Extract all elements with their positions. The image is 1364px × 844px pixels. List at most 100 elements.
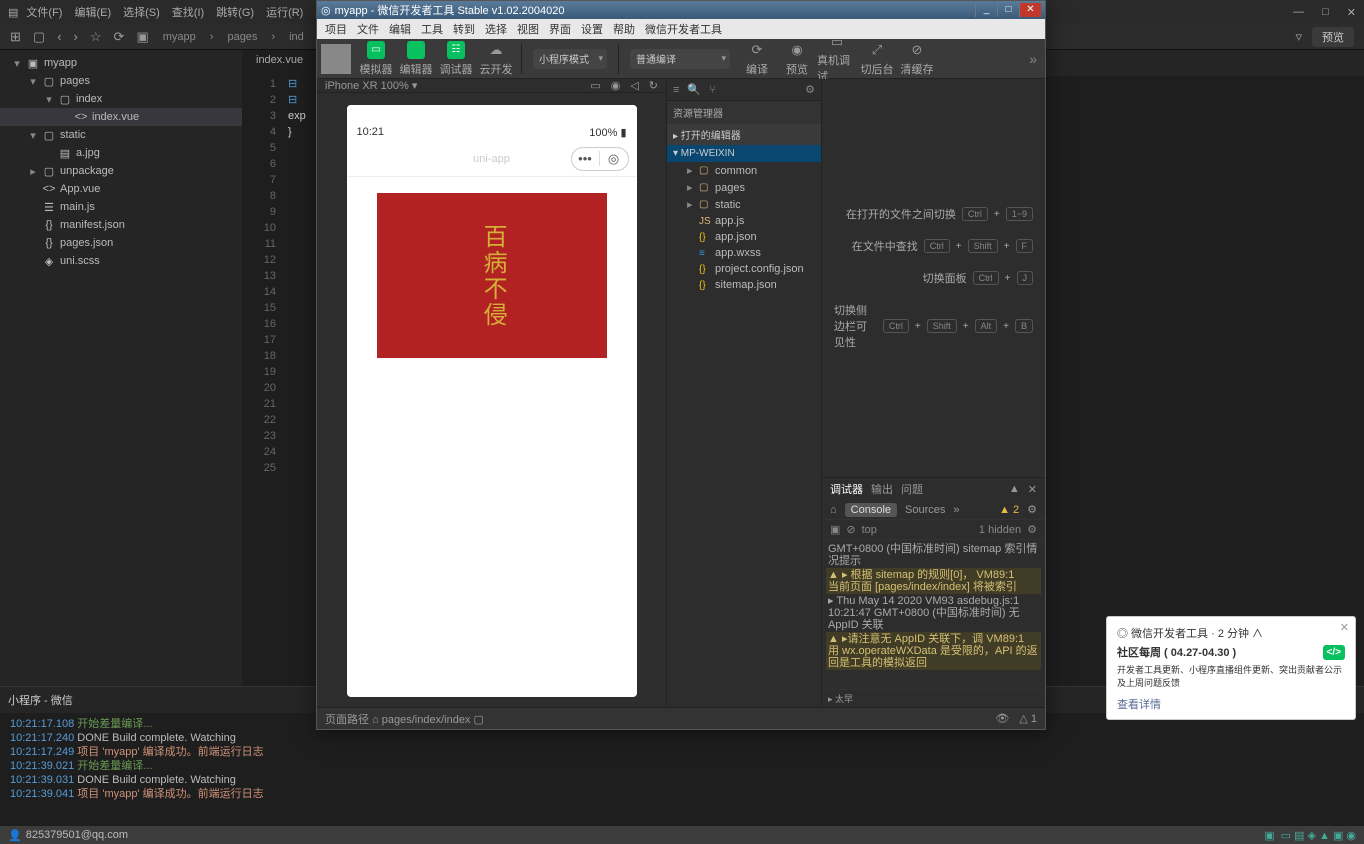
wx-close-icon[interactable]: ✕ [1019,3,1041,17]
nav-fwd-icon[interactable]: › [74,29,78,44]
wx-action-清缓存[interactable]: ⊘清缓存 [897,39,937,79]
explorer-item[interactable]: ▸▢common [667,162,821,179]
exp-branch-icon[interactable]: ⑂ [709,84,716,96]
console-body[interactable]: GMT+0800 (中国标准时间) sitemap 索引情况提示▲ ▸ 根据 s… [822,540,1045,689]
tree-item[interactable]: ▤a.jpg [0,144,242,162]
tree-item[interactable]: ▸▢unpackage [0,162,242,180]
wx-tool-云开发[interactable]: ☁云开发 [476,39,516,79]
dbg-context[interactable]: top [862,524,877,536]
exp-settings-icon[interactable]: ⚙ [805,83,815,96]
crumb-1[interactable]: pages [227,31,257,43]
explorer-item[interactable]: ≡app.wxss [667,245,821,261]
rotate-icon[interactable]: ↻ [649,79,658,92]
crumb-0[interactable]: myapp [163,31,196,43]
device-icon[interactable]: ▭ [590,79,600,92]
wx-tool-编辑器[interactable]: 编辑器 [396,39,436,79]
open-editors-section[interactable]: ▸ 打开的编辑器 [667,124,821,145]
capsule-button[interactable]: ••• ◎ [571,147,629,171]
wx-menu-item[interactable]: 视图 [517,21,539,37]
wx-min-icon[interactable]: _ [975,3,997,17]
more-icon[interactable]: » [1021,51,1045,67]
dbg-tab-output[interactable]: 输出 [871,481,893,497]
footer-bell[interactable]: △ 1 [1019,712,1037,725]
dbg-dock-icon[interactable]: ▣ [830,523,840,536]
wx-menu-item[interactable]: 项目 [325,21,347,37]
footer-eye-icon[interactable]: 👁 [995,712,1009,725]
notif-close-icon[interactable]: ✕ [1340,621,1349,634]
explorer-item[interactable]: {}sitemap.json [667,277,821,293]
tree-item[interactable]: ◈uni.scss [0,252,242,270]
device-dropdown[interactable]: iPhone XR 100% ▾ [325,79,417,92]
tree-item[interactable]: ▾▢static [0,126,242,144]
explorer-icon[interactable]: ⊞ [10,29,21,45]
file-tree[interactable]: ▾▣myapp▾▢pages▾▢index<>index.vue▾▢static… [0,50,242,274]
dbg-more-icon[interactable]: » [953,504,959,516]
wx-tool-模拟器[interactable]: ▭模拟器 [356,39,396,79]
explorer-item[interactable]: {}project.config.json [667,261,821,277]
wx-action-预览[interactable]: ◉预览 [777,39,817,79]
send-icon[interactable]: ◁ [630,79,638,92]
dbg-elements-icon[interactable]: ⌂ [830,504,837,516]
compile-dropdown[interactable]: 普通编译 [630,49,730,69]
capsule-close-icon[interactable]: ◎ [600,151,628,167]
exp-search-icon[interactable]: 🔍 [687,83,701,96]
wx-menu-item[interactable]: 设置 [581,21,603,37]
wx-action-编译[interactable]: ⟳编译 [737,39,777,79]
wx-action-切后台[interactable]: ⤢切后台 [857,39,897,79]
dbg-gear-icon[interactable]: ⚙ [1027,503,1037,516]
terminal-icon[interactable]: ▢ [33,29,45,45]
tree-item[interactable]: <>index.vue [0,108,242,126]
wx-menu-item[interactable]: 界面 [549,21,571,37]
terminal-tab[interactable]: 小程序 - 微信 [8,692,73,708]
dbg-clear-icon[interactable]: ⊘ [846,523,855,536]
dbg-warnings[interactable]: ▲ 2 [999,504,1019,516]
close-icon[interactable]: ✕ [1347,6,1356,19]
menu-select[interactable]: 选择(S) [123,4,160,20]
mode-dropdown[interactable]: 小程序模式 [533,49,607,69]
menu-goto[interactable]: 跳转(G) [216,4,254,20]
tree-item[interactable]: ▾▣myapp [0,54,242,72]
notification-popup[interactable]: ✕ ◎ 微信开发者工具 · 2 分钟 ∧ 社区每周 ( 04.27-04.30 … [1106,616,1356,720]
tree-item[interactable]: <>App.vue [0,180,242,198]
exp-list-icon[interactable]: ≡ [673,84,679,96]
wx-menu-item[interactable]: 微信开发者工具 [645,21,722,37]
wx-titlebar[interactable]: ◎ myapp - 微信开发者工具 Stable v1.02.2004020 _… [317,1,1045,19]
dbg-settings-icon[interactable]: ⚙ [1027,523,1037,536]
explorer-item[interactable]: {}app.json [667,229,821,245]
menu-file[interactable]: 文件(F) [26,4,62,20]
menu-edit[interactable]: 编辑(E) [74,4,111,20]
footer-path[interactable]: 页面路径 ⌂ pages/index/index ▢ [325,711,484,727]
explorer-item[interactable]: ▸▢pages [667,179,821,196]
wx-menu-item[interactable]: 工具 [421,21,443,37]
dbg-tab-debugger[interactable]: 调试器 [830,481,863,497]
tree-item[interactable]: {}pages.json [0,234,242,252]
menu-find[interactable]: 查找(I) [172,4,204,20]
tree-item[interactable]: {}manifest.json [0,216,242,234]
editor-tab[interactable]: index.vue [242,50,318,76]
wx-menu-item[interactable]: 帮助 [613,21,635,37]
dbg-close-icon[interactable]: ✕ [1028,483,1037,496]
wx-max-icon[interactable]: □ [997,3,1019,17]
status-icon[interactable]: ▣ [1264,829,1274,842]
avatar[interactable] [321,44,351,74]
wx-tool-调试器[interactable]: ☷调试器 [436,39,476,79]
dbg-console-tab[interactable]: Console [845,503,897,517]
dbg-pop-icon[interactable]: ▲ [1009,483,1020,496]
filter-icon[interactable]: ▿ [1295,29,1302,45]
wx-menu-item[interactable]: 编辑 [389,21,411,37]
maximize-icon[interactable]: □ [1322,6,1329,19]
wx-menu-item[interactable]: 文件 [357,21,379,37]
star-icon[interactable]: ☆ [90,29,102,45]
wx-action-真机调试[interactable]: ▭真机调试 [817,39,857,79]
record-icon[interactable]: ◉ [611,79,621,92]
refresh-icon[interactable]: ⟳ [114,29,125,45]
tree-item[interactable]: ▾▢pages [0,72,242,90]
nav-back-icon[interactable]: ‹ [57,29,61,44]
capsule-more-icon[interactable]: ••• [572,151,600,166]
tree-item[interactable]: ▾▢index [0,90,242,108]
dbg-sources-tab[interactable]: Sources [905,504,945,516]
user-icon[interactable]: 👤 [8,829,22,842]
minimize-icon[interactable]: — [1293,6,1304,19]
explorer-item[interactable]: ▸▢static [667,196,821,213]
tree-item[interactable]: ☰main.js [0,198,242,216]
